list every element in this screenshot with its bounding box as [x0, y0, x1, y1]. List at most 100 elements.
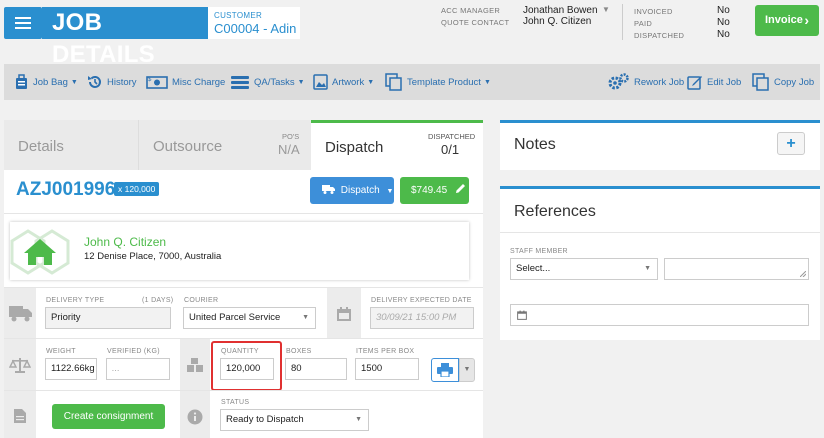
status-select[interactable]: Ready to Dispatch ▼ [220, 409, 369, 431]
price-button[interactable]: $749.45 [400, 177, 469, 204]
calendar-icon [337, 307, 351, 321]
tab-dispatch-label: Dispatch [325, 139, 384, 156]
menu-icon [15, 17, 31, 19]
chevron-right-icon: › [804, 12, 809, 28]
customer-address: 12 Denise Place, 7000, Australia [84, 251, 222, 262]
references-title: References [514, 203, 596, 220]
tab-outsource-label: Outsource [153, 138, 223, 155]
scale-icon [9, 358, 31, 373]
caret-down-icon[interactable]: ▼ [602, 5, 610, 14]
menu-button[interactable] [4, 7, 42, 39]
expected-date-field[interactable]: 30/09/21 15:00 PM [370, 307, 474, 329]
bag-icon [16, 74, 27, 89]
customer-link[interactable]: C00004 - Adin [214, 21, 296, 36]
quote-contact-value[interactable]: John Q. Citizen [523, 16, 591, 27]
divider [4, 213, 483, 214]
tasks-icon [231, 76, 249, 89]
template-product-menu[interactable]: Template Product ▼ [385, 64, 491, 100]
qa-tasks-label: QA/Tasks [254, 76, 295, 88]
staff-notes-textarea[interactable] [664, 258, 809, 280]
status-value: Ready to Dispatch [226, 414, 304, 425]
side-column [327, 288, 361, 338]
highlight-box [211, 341, 282, 391]
courier-select[interactable]: United Parcel Service ▼ [183, 307, 316, 329]
divider [4, 338, 483, 339]
qa-tasks-menu[interactable]: QA/Tasks ▼ [230, 64, 305, 100]
weight-label: WEIGHT [46, 348, 76, 355]
calendar-icon [517, 310, 527, 320]
price-button-label: $749.45 [411, 185, 448, 196]
caret-down-icon: ▼ [355, 416, 362, 423]
customer-label: CUSTOMER [214, 11, 263, 20]
side-column [4, 339, 36, 390]
dispatched-label: DISPATCHED [634, 31, 685, 40]
job-id: AZJ001996 [16, 179, 116, 200]
create-consignment-button[interactable]: Create consignment [52, 404, 165, 429]
boxes-icon [187, 358, 203, 372]
artwork-menu[interactable]: Artwork ▼ [313, 64, 374, 100]
tab-details[interactable]: Details [4, 120, 138, 170]
job-bag-menu[interactable]: Job Bag ▼ [14, 64, 78, 100]
verified-field[interactable]: ... [106, 358, 170, 380]
divider [622, 4, 623, 40]
quantity-badge: x 120,000 [114, 182, 160, 196]
caret-down-icon: ▼ [644, 265, 651, 272]
money-icon: $ [146, 76, 168, 89]
add-note-button[interactable]: + [777, 132, 805, 155]
items-per-box-field[interactable]: 1500 [355, 358, 419, 380]
invoiced-label: INVOICED [634, 7, 673, 16]
rework-job-button[interactable]: Rework Job [608, 64, 684, 100]
truck-icon [9, 306, 32, 322]
dispatched-count-value: 0/1 [441, 142, 460, 157]
address-card [10, 222, 469, 280]
info-icon [187, 409, 203, 425]
misc-charge-label: Misc Charge [172, 76, 226, 88]
notes-title: Notes [514, 136, 556, 153]
delivery-type-field[interactable]: Priority [45, 307, 171, 329]
caret-down-icon: ▼ [367, 78, 375, 86]
caret-down-icon: ▼ [70, 78, 78, 86]
resize-handle-icon [800, 271, 806, 277]
print-button[interactable] [431, 358, 459, 382]
dispatch-button[interactable]: Dispatch ▼ [310, 177, 394, 204]
side-column [4, 288, 36, 338]
staff-member-select[interactable]: Select... ▼ [510, 258, 658, 280]
page-title: JOB DETAILS [42, 7, 208, 68]
staff-member-value: Select... [516, 263, 551, 274]
invoice-button[interactable]: Invoice › [755, 5, 819, 36]
misc-charge-button[interactable]: $ Misc Charge [146, 64, 225, 100]
boxes-field[interactable]: 80 [285, 358, 347, 380]
delivery-type-label: DELIVERY TYPE [46, 297, 105, 304]
boxes-label: BOXES [286, 348, 312, 355]
image-icon [313, 74, 328, 90]
copy-job-button[interactable]: Copy Job [752, 64, 814, 100]
print-dropdown-toggle[interactable]: ▼ [459, 358, 475, 382]
artwork-label: Artwork [332, 76, 365, 88]
truck-icon [322, 185, 335, 194]
edit-job-button[interactable]: Edit Job [687, 64, 741, 100]
pencil-icon [455, 184, 465, 193]
quote-contact-label: QUOTE CONTACT [441, 18, 510, 27]
status-label: STATUS [221, 399, 250, 406]
acc-manager-value[interactable]: Jonathan Bowen [523, 5, 598, 16]
invoice-button-label: Invoice [765, 14, 803, 26]
divider [500, 232, 820, 233]
caret-down-icon: ▼ [463, 366, 471, 373]
verified-label: VERIFIED (KG) [107, 348, 160, 355]
delivery-days-label: (1 DAYS) [142, 297, 174, 304]
caret-down-icon: ▼ [483, 78, 491, 86]
paid-label: PAID [634, 19, 653, 28]
items-per-box-label: ITEMS PER BOX [356, 348, 415, 355]
dispatched-value: No [717, 29, 730, 40]
gears-icon [608, 73, 629, 90]
weight-field[interactable]: 1122.66kg [45, 358, 97, 380]
rework-job-label: Rework Job [634, 76, 685, 88]
courier-label: COURIER [184, 297, 219, 304]
caret-down-icon: ▼ [297, 78, 305, 86]
caret-down-icon: ▼ [386, 188, 394, 195]
history-button[interactable]: History [87, 64, 137, 100]
paid-value: No [717, 17, 730, 28]
divider [4, 287, 483, 288]
edit-job-label: Edit Job [707, 76, 742, 88]
reference-date-field[interactable] [510, 304, 809, 326]
